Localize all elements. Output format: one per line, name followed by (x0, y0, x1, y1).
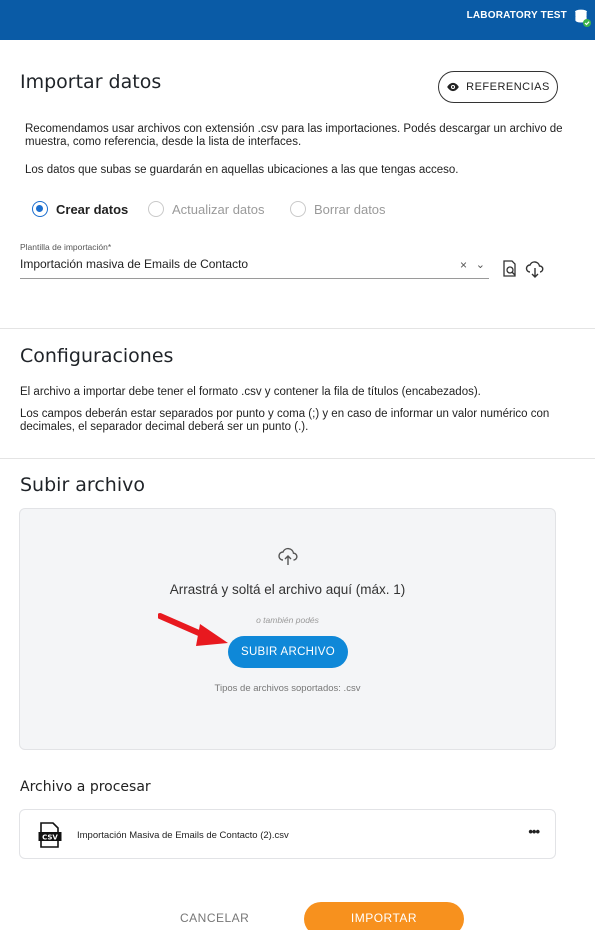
upload-file-button[interactable]: SUBIR ARCHIVO (228, 636, 348, 668)
import-button[interactable]: IMPORTAR (304, 902, 464, 930)
red-arrow-icon (158, 613, 228, 646)
config-text-3: decimales, el separador decimal deberá s… (20, 421, 309, 433)
process-title: Archivo a procesar (20, 779, 151, 795)
lab-name[interactable]: LABORATORY TEST (467, 10, 567, 21)
cloud-upload-icon (278, 547, 298, 565)
section-divider (0, 458, 595, 459)
clear-icon[interactable]: × (460, 258, 467, 272)
radio-empty-icon (290, 201, 306, 217)
config-title: Configuraciones (20, 345, 174, 367)
upload-title: Subir archivo (20, 474, 145, 496)
page-title: Importar datos (20, 71, 162, 93)
section-divider (0, 328, 595, 329)
more-options-icon[interactable]: ••• (528, 824, 540, 839)
cloud-download-icon[interactable] (525, 259, 545, 279)
access-note: Los datos que subas se guardarán en aque… (25, 164, 459, 176)
dropzone-text: Arrastrá y soltá el archivo aquí (máx. 1… (169, 582, 406, 597)
template-value: Importación masiva de Emails de Contacto (20, 257, 249, 271)
intro-text-2: muestra, como referencia, desde la lista… (25, 136, 302, 148)
references-button[interactable]: REFERENCIAS (438, 71, 558, 103)
dropzone-alt-text: o también podés (256, 615, 319, 625)
radio-empty-icon (148, 201, 164, 217)
file-name: Importación Masiva de Emails de Contacto… (77, 830, 289, 841)
template-field-label: Plantilla de importación* (20, 242, 112, 252)
cancel-button[interactable]: CANCELAR (180, 911, 249, 925)
preview-search-icon[interactable] (500, 259, 520, 279)
supported-types-text: Tipos de archivos soportados: .csv (214, 683, 361, 694)
database-check-icon[interactable] (573, 8, 591, 28)
radio-delete-data[interactable]: Borrar datos (290, 201, 386, 217)
radio-selected-icon (32, 201, 48, 217)
chevron-down-icon[interactable]: ⌄ (476, 258, 485, 271)
csv-file-icon: CSV (38, 822, 62, 848)
radio-create-data[interactable]: Crear datos (32, 201, 128, 217)
top-bar: LABORATORY TEST (0, 0, 595, 40)
svg-text:CSV: CSV (42, 834, 58, 842)
config-text-2: Los campos deberán estar separados por p… (20, 408, 550, 420)
radio-update-data[interactable]: Actualizar datos (148, 201, 265, 217)
template-select[interactable]: Importación masiva de Emails de Contacto… (20, 255, 489, 279)
eye-icon (447, 82, 459, 92)
intro-text-1: Recomendamos usar archivos con extensión… (25, 123, 563, 135)
file-card: CSV Importación Masiva de Emails de Cont… (19, 809, 556, 859)
config-text-1: El archivo a importar debe tener el form… (20, 386, 481, 398)
references-label: REFERENCIAS (466, 81, 550, 93)
